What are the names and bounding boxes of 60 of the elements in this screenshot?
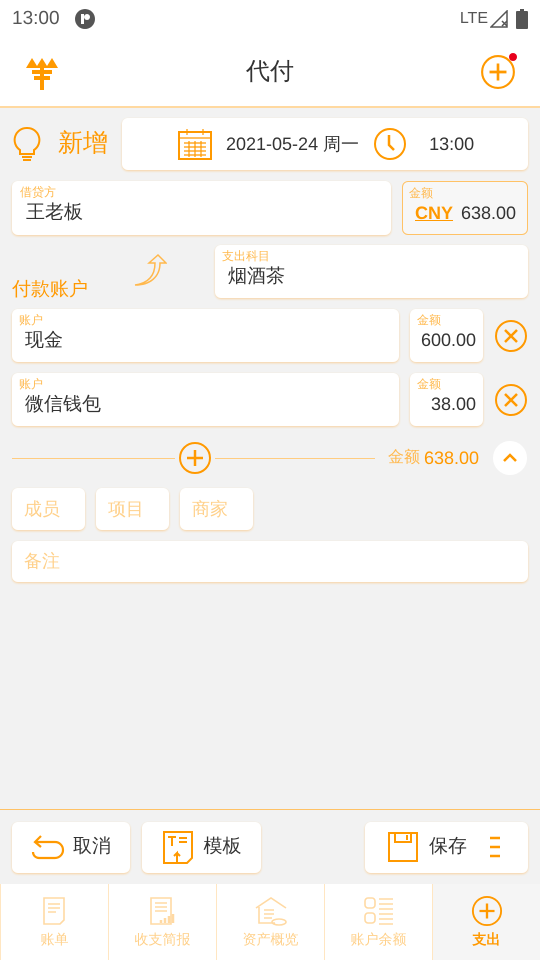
date-button[interactable]: 2021-05-24 周一 <box>226 130 360 158</box>
list-icon <box>362 894 394 926</box>
template-button[interactable]: 模板 <box>142 822 261 872</box>
field-label: 账户 <box>19 377 44 391</box>
field-label: 金额 <box>417 313 442 327</box>
field-label: 金额 <box>417 377 442 391</box>
add-account-button[interactable] <box>178 441 212 475</box>
tag-field[interactable]: 项目 <box>96 488 169 530</box>
plus-icon <box>480 54 516 90</box>
field-value: 现金 <box>24 329 64 353</box>
tag-field[interactable]: 商家 <box>180 488 253 530</box>
plus-icon <box>470 894 502 926</box>
section-title: 付款账户 <box>12 278 88 302</box>
account-field[interactable]: 账户 微信钱包 <box>12 373 399 426</box>
app-notification-icon <box>74 8 96 30</box>
template-icon <box>162 830 194 864</box>
field-label: 支出科目 <box>222 249 271 263</box>
house-icon <box>252 894 288 926</box>
mode-label: 新增 <box>58 128 108 160</box>
counterparty-field[interactable]: 借贷方 王老板 <box>12 181 391 235</box>
amount-field[interactable]: 金额 CNY 638.00 <box>402 181 528 235</box>
remove-button[interactable] <box>494 318 528 352</box>
total-label: 金额 <box>388 448 420 468</box>
clock-icon <box>373 127 408 161</box>
tag-field[interactable]: 成员 <box>12 488 85 530</box>
save-button[interactable]: 保存 <box>365 822 528 872</box>
field-value: 38.00 <box>430 393 476 416</box>
battery-icon <box>516 9 528 29</box>
category-field[interactable]: 支出科目 烟酒茶 <box>215 245 528 298</box>
field-label: 账户 <box>19 313 44 327</box>
close-icon <box>494 318 528 352</box>
lightbulb-icon <box>12 126 42 162</box>
amount-field[interactable]: 金额 600.00 <box>410 309 483 362</box>
network-label: LTE <box>460 9 488 29</box>
curved-arrow-icon <box>133 253 167 287</box>
cancel-button[interactable]: 取消 <box>12 822 130 872</box>
account-field[interactable]: 账户 现金 <box>12 309 399 362</box>
page-title: 代付 <box>246 57 294 87</box>
amount-value: 638.00 <box>461 202 516 225</box>
remove-button[interactable] <box>494 382 528 416</box>
field-value: 烟酒茶 <box>227 265 286 289</box>
undo-icon <box>31 833 65 861</box>
field-label: 金额 <box>409 186 434 200</box>
total-amount: 638.00 <box>424 446 480 470</box>
calendar-icon <box>178 128 212 160</box>
status-time: 13:00 <box>12 6 60 31</box>
time-button[interactable]: 13:00 <box>429 130 474 158</box>
add-button[interactable] <box>480 54 516 90</box>
note-field[interactable]: 备注 <box>12 541 528 582</box>
more-icon <box>489 835 501 859</box>
plus-icon <box>178 441 212 475</box>
field-label: 借贷方 <box>20 185 57 199</box>
field-value: 600.00 <box>420 329 476 352</box>
field-value: 微信钱包 <box>24 393 102 417</box>
amount-field[interactable]: 金额 38.00 <box>410 373 483 426</box>
chevron-up-icon <box>502 453 518 463</box>
signal-icon <box>490 10 510 28</box>
field-value: 王老板 <box>25 201 84 225</box>
close-icon <box>494 382 528 416</box>
collapse-button[interactable] <box>493 441 528 475</box>
